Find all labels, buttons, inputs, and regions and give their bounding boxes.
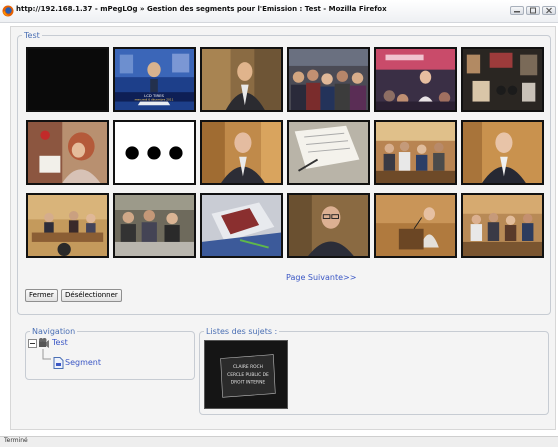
segment-thumbnail[interactable]	[461, 120, 544, 185]
crowd-audience-image	[289, 49, 368, 110]
older-man-interview-image	[202, 122, 281, 183]
segment-thumbnail[interactable]	[287, 47, 370, 112]
next-page-link[interactable]: Page Suivante>>	[286, 273, 356, 282]
older-man-interview-2-image	[463, 122, 542, 183]
page-content: Test LCD TIRES mercredi 6 décembre 2011	[10, 26, 556, 430]
navigation-panel-legend: Navigation	[32, 327, 76, 336]
document-icon	[53, 357, 64, 369]
minimize-icon	[514, 11, 520, 13]
segment-thumbnail[interactable]	[374, 120, 457, 185]
segment-thumbnail[interactable]	[26, 120, 109, 185]
status-text: Terminé	[4, 437, 28, 444]
panel-table-image	[28, 195, 107, 256]
segment-thumbnail[interactable]	[461, 47, 544, 112]
segment-thumbnail[interactable]	[287, 193, 370, 258]
subject-thumbnail[interactable]: CLAIRE ROCH CERCLE PUBLIC DE DROIT INTER…	[204, 340, 288, 409]
meeting-room-image	[376, 122, 455, 183]
news-anchor-image: LCD TIRES mercredi 6 décembre 2011	[115, 49, 194, 110]
anchor-caption-line2: mercredi 6 décembre 2011	[135, 98, 174, 102]
collapse-icon[interactable]	[28, 339, 37, 348]
three-dots-image	[115, 122, 194, 183]
segments-panel-legend: Test	[24, 31, 40, 40]
papers-desk-image	[289, 122, 368, 183]
sign-closeup-image: CLAIRE ROCH CERCLE PUBLIC DE DROIT INTER…	[205, 341, 287, 408]
subjects-panel-legend: Listes des sujets :	[206, 327, 278, 336]
segment-thumbnail[interactable]	[374, 47, 457, 112]
segment-thumbnail[interactable]	[26, 193, 109, 258]
segment-thumbnail[interactable]	[374, 193, 457, 258]
sign-line1: CLAIRE ROCH	[233, 364, 263, 370]
man-with-glasses-image	[289, 195, 368, 256]
firefox-icon	[2, 5, 14, 17]
deselect-button[interactable]: Désélectionner	[61, 289, 122, 302]
segment-thumbnail[interactable]	[200, 47, 283, 112]
woman-at-podium-image	[376, 195, 455, 256]
segment-thumbnail[interactable]	[461, 193, 544, 258]
segment-thumbnail[interactable]: LCD TIRES mercredi 6 décembre 2011	[113, 47, 196, 112]
status-bar: Terminé	[0, 436, 558, 447]
segment-thumbnail[interactable]	[287, 120, 370, 185]
audience-seated-image	[463, 195, 542, 256]
segment-thumbnail[interactable]	[200, 193, 283, 258]
minimize-button[interactable]	[510, 6, 524, 15]
segment-thumbnail[interactable]	[200, 120, 283, 185]
tree-child-label[interactable]: Segment	[65, 358, 101, 367]
camera-icon	[39, 338, 49, 348]
maximize-icon	[530, 7, 536, 14]
sign-line3: DROIT INTERNE	[231, 380, 266, 386]
maximize-button[interactable]	[526, 6, 540, 15]
exhibition-stand-image	[463, 49, 542, 110]
black-frame-image	[28, 49, 107, 110]
woman-speaking-crowd-image	[376, 49, 455, 110]
segment-thumbnail[interactable]	[113, 120, 196, 185]
segment-thumbnail[interactable]	[113, 193, 196, 258]
segment-thumbnail[interactable]	[26, 47, 109, 112]
close-button[interactable]: Fermer	[25, 289, 58, 302]
close-icon	[546, 7, 552, 14]
sign-line2: CERCLE PUBLIC DE	[227, 372, 269, 378]
close-window-button[interactable]	[542, 6, 556, 15]
woman-reading-image	[28, 122, 107, 183]
tree-connector	[42, 349, 51, 360]
book-on-desk-image	[202, 195, 281, 256]
window-title: http://192.168.1.37 - mPegLOg » Gestion …	[16, 5, 387, 13]
window-titlebar: http://192.168.1.37 - mPegLOg » Gestion …	[0, 0, 558, 23]
classroom-meeting-image	[115, 195, 194, 256]
tree-root-label[interactable]: Test	[52, 338, 68, 347]
man-in-suit-image	[202, 49, 281, 110]
